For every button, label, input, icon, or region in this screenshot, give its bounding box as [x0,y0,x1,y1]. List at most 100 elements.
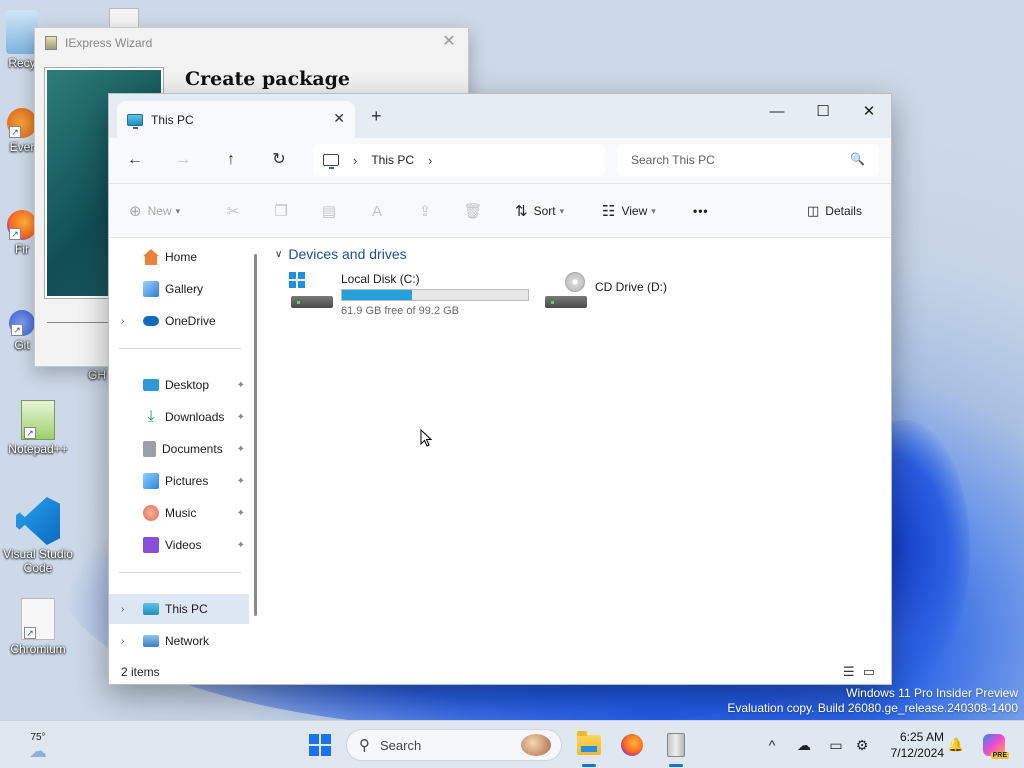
notifications-bell-icon[interactable]: 🔔 [944,729,968,761]
expand-chevron-icon[interactable]: › [121,604,124,615]
chromium-icon: ↗ [21,598,55,640]
sidebar-scrollbar[interactable] [254,254,257,616]
iexpress-close-button[interactable]: ✕ [438,33,460,53]
breadcrumb-chevron-icon[interactable]: › [353,153,357,168]
close-button[interactable]: ✕ [846,98,892,126]
view-button[interactable]: ☷ View ▾ [602,200,656,222]
sidebar-item-videos[interactable]: Videos ✦ [109,530,249,560]
onedrive-tray-icon[interactable]: ☁ [792,729,816,761]
sidebar-item-label: Desktop [165,378,210,392]
file-explorer-window[interactable]: This PC ✕ + — ☐ ✕ ← → ↑ ↻ › This PC › Se… [108,93,892,685]
local-disk-icon [289,272,333,308]
iexpress-title: IExpress Wizard [65,36,153,50]
details-view-icon[interactable]: ☰ [843,664,863,679]
drive-cd-d[interactable]: CD Drive (D:) [543,272,703,320]
sidebar-item-pictures[interactable]: Pictures ✦ [109,466,249,496]
taskbar: 75° ☁ ⚲ Search ^ ☁ ▭ ⚙ 6:25 AM 7/12/2024… [0,720,1024,768]
sidebar-item-desktop[interactable]: Desktop ✦ [109,370,249,400]
desktop-icon-chromium[interactable]: ↗ Chromium [0,598,76,656]
copilot-icon: PRE [983,734,1009,759]
new-button[interactable]: ⊕ New ▾ [129,200,180,222]
desktop-icon-notepadpp[interactable]: ↗ Notepad++ [0,400,76,456]
sidebar-item-this-pc[interactable]: › This PC [109,594,249,624]
tab-this-pc[interactable]: This PC ✕ [117,101,355,138]
sidebar-item-network[interactable]: › Network [109,626,249,656]
weather-widget[interactable]: 75° ☁ [14,729,62,761]
breadcrumb-this-pc[interactable]: This PC [371,153,414,167]
content-pane[interactable]: ∨ Devices and drives Local Disk (C:) 61.… [265,238,891,661]
sidebar-item-gallery[interactable]: Gallery [109,274,249,304]
everything-icon: ↗ [7,108,37,138]
taskbar-iexpress[interactable] [658,729,694,767]
copilot-button[interactable]: PRE [980,729,1009,761]
desktop-icon [143,379,159,391]
expand-chevron-icon[interactable]: › [121,636,124,647]
share-button[interactable]: ⇪ [413,200,437,222]
clock-time: 6:25 AM [899,730,944,744]
sidebar-item-music[interactable]: Music ✦ [109,498,249,528]
sort-button[interactable]: ⇅ Sort ▾ [515,200,564,222]
display-tray-icon[interactable]: ▭ [824,729,848,761]
pin-icon: ✦ [236,443,245,455]
sidebar-item-label: Music [165,506,197,520]
pin-icon: ✦ [236,475,245,487]
tab-close-button[interactable]: ✕ [333,110,345,127]
sort-label: Sort [533,204,556,218]
details-button[interactable]: ◫ Details [807,200,862,222]
os-watermark: Windows 11 Pro Insider Preview Evaluatio… [727,686,1018,716]
back-button[interactable]: ← [121,148,149,172]
settings-tray-icon[interactable]: ⚙ [850,729,874,761]
sidebar-item-label: Home [165,250,198,264]
group-header-devices[interactable]: ∨ Devices and drives [275,246,407,262]
rename-button[interactable]: A [365,200,389,222]
tiles-view-icon[interactable]: ▭ [863,664,883,679]
taskbar-file-explorer[interactable] [571,729,607,767]
breadcrumb-chevron-icon[interactable]: › [428,153,432,168]
more-options-button[interactable]: ••• [693,200,709,222]
taskbar-search[interactable]: ⚲ Search [346,729,562,761]
address-bar-row: ← → ↑ ↻ › This PC › Search This PC 🔍 [109,138,891,184]
sidebar-divider [119,348,241,349]
documents-icon [143,441,156,457]
details-label: Details [825,204,862,218]
sidebar-item-label: Videos [165,538,202,552]
up-button[interactable]: ↑ [217,148,245,172]
vscode-icon: ↗ [16,497,60,545]
clock[interactable]: 6:25 AM 7/12/2024 [878,729,944,761]
iexpress-titlebar[interactable]: IExpress Wizard [35,28,468,58]
delete-button[interactable]: 🗑 [461,200,485,222]
minimize-button[interactable]: — [754,98,800,126]
copy-button[interactable]: ❐ [269,200,293,222]
show-hidden-icons-button[interactable]: ^ [760,729,784,761]
explorer-tabbar[interactable]: This PC ✕ + — ☐ ✕ [109,94,891,138]
sidebar-item-label: This PC [165,602,208,616]
expand-chevron-icon[interactable]: › [121,316,124,327]
drive-local-disk-c[interactable]: Local Disk (C:) 61.9 GB free of 99.2 GB [289,272,539,320]
firefox-icon: ↗ [7,210,37,240]
drive-name: Local Disk (C:) [341,272,420,286]
paste-button[interactable]: ▤ [317,200,341,222]
view-toggle-buttons[interactable]: ☰▭ [843,664,883,680]
sidebar-item-downloads[interactable]: ⤓ Downloads ✦ [109,402,249,432]
forward-button[interactable]: → [169,148,197,172]
maximize-button[interactable]: ☐ [800,98,846,126]
refresh-button[interactable]: ↻ [265,148,293,172]
sidebar-item-onedrive[interactable]: › OneDrive [109,306,249,336]
taskbar-search-label: Search [380,737,422,753]
taskbar-firefox[interactable] [614,729,650,761]
desktop-icon-vscode[interactable]: ↗ Visual Studio Code [0,497,76,575]
start-button[interactable] [306,729,334,761]
sidebar-item-home[interactable]: Home [109,242,249,272]
scissors-icon: ✂ [226,203,240,220]
sidebar-item-documents[interactable]: Documents ✦ [109,434,249,464]
search-input[interactable]: Search This PC 🔍 [617,144,879,176]
new-tab-button[interactable]: + [371,106,382,127]
iexpress-heading: Create package [185,68,351,90]
watermark-line-1: Windows 11 Pro Insider Preview [846,686,1018,700]
cut-button[interactable]: ✂ [221,200,245,222]
address-field[interactable]: › This PC › [313,144,605,176]
command-bar: ⊕ New ▾ ✂ ❐ ▤ A ⇪ 🗑 ⇅ Sort ▾ ☷ View ▾ ••… [109,184,891,238]
notepad-plus-plus-icon: ↗ [21,400,55,440]
new-label: New [147,204,172,218]
navigation-pane[interactable]: Home Gallery › OneDrive Desktop ✦ ⤓ Down… [109,238,265,661]
